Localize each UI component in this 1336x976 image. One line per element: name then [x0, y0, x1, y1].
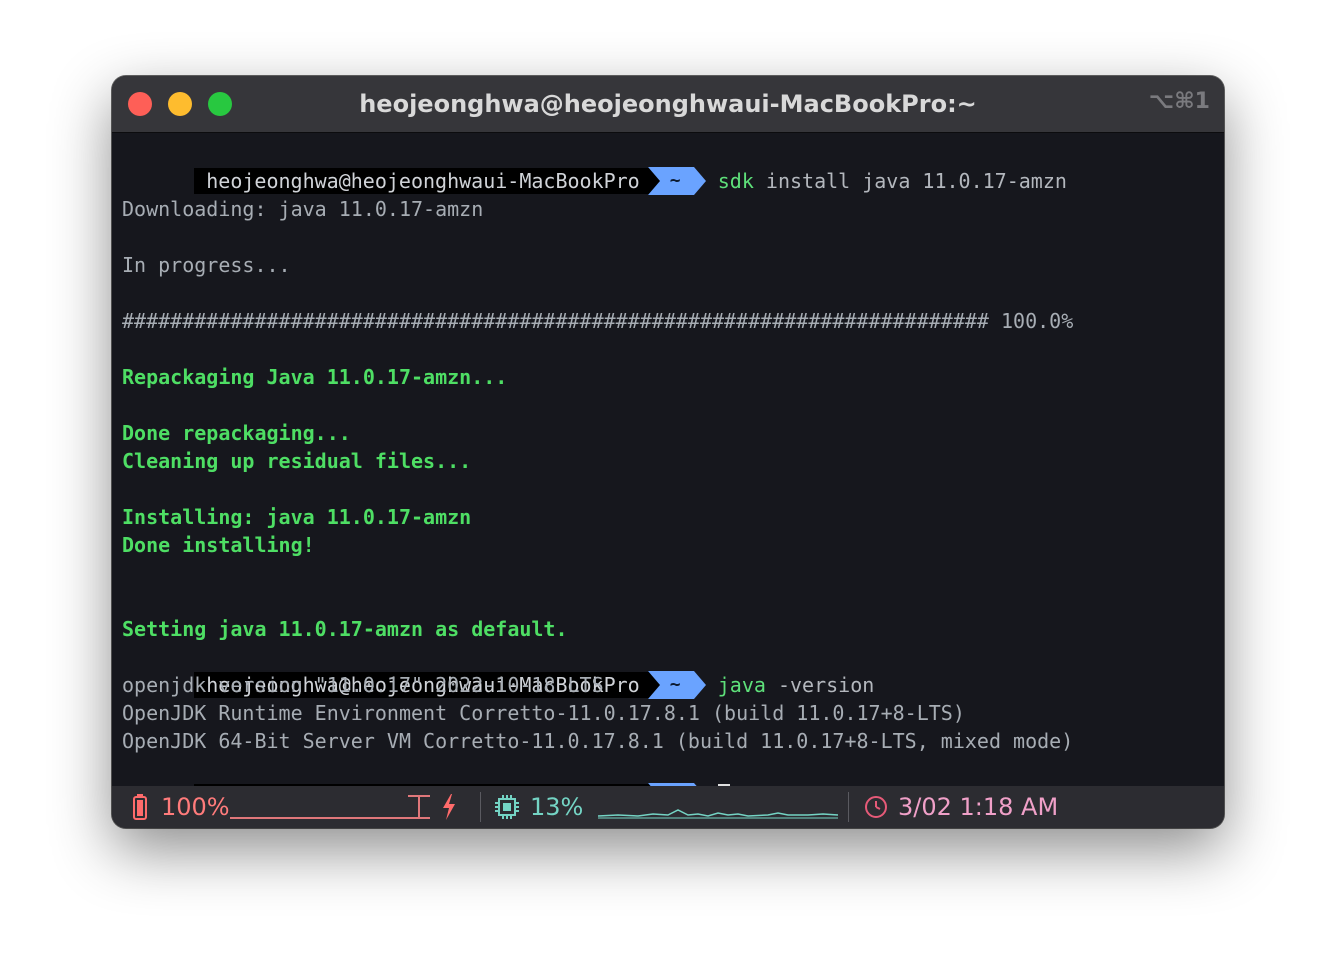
output-done-installing: Done installing! — [122, 533, 315, 557]
window-title: heojeonghwa@heojeonghwaui-MacBookPro:~ — [359, 90, 977, 118]
terminal-output[interactable]: heojeonghwa@heojeonghwaui-MacBookPro ~ sdk… — [112, 133, 1224, 811]
terminal-window: heojeonghwa@heojeonghwaui-MacBookPro:~ ⌥… — [112, 76, 1224, 828]
output-in-progress: In progress... — [122, 253, 291, 277]
prompt-dir-segment: ~ — [647, 671, 706, 699]
prompt-user-host: heojeonghwa@heojeonghwaui-MacBookPro — [194, 168, 648, 194]
prompt-dir: ~ — [669, 674, 681, 695]
cpu-sparkline — [598, 809, 838, 819]
prompt-dir-segment: ~ — [647, 167, 706, 195]
clock-icon — [864, 786, 888, 828]
output-setting-default: Setting java 11.0.17-amzn as default. — [122, 617, 568, 641]
command-args: -version — [765, 673, 875, 697]
output-runtime-env: OpenJDK Runtime Environment Corretto-11.… — [122, 701, 965, 725]
battery-icon — [132, 786, 148, 828]
prompt-line: heojeonghwa@heojeonghwaui-MacBookPro ~ sdk… — [122, 139, 1067, 195]
datetime: 3/02 1:18 AM — [898, 793, 1059, 821]
status-divider — [480, 792, 481, 822]
output-java-version: openjdk version "11.0.17" 2022-10-18 LTS — [122, 673, 604, 697]
command-args: install java 11.0.17-amzn — [753, 169, 1067, 193]
status-divider — [848, 792, 849, 822]
prompt-line: heojeonghwa@heojeonghwaui-MacBookPro ~ jav… — [122, 643, 874, 699]
cpu-chip-icon — [494, 786, 520, 828]
output-done-repackaging: Done repackaging... — [122, 421, 351, 445]
output-cleaning: Cleaning up residual files... — [122, 449, 472, 473]
output-installing: Installing: java 11.0.17-amzn — [122, 505, 472, 529]
status-bar: 100% 13% 3/02 1:18 AM — [112, 786, 1224, 828]
output-repackaging: Repackaging Java 11.0.17-amzn... — [122, 365, 508, 389]
charging-bolt-icon — [442, 786, 456, 828]
battery-sparkline — [230, 795, 430, 819]
cpu-percentage: 13% — [530, 793, 584, 821]
prompt-dir: ~ — [669, 170, 681, 191]
battery-percentage: 100% — [161, 793, 230, 821]
output-progress-bar: ########################################… — [122, 309, 1074, 333]
window-shortcut-label: ⌥⌘1 — [1148, 89, 1210, 114]
prompt-line-active: heojeonghwa@heojeonghwaui-MacBookPro~ — [122, 755, 730, 811]
title-bar[interactable]: heojeonghwa@heojeonghwaui-MacBookPro:~ ⌥… — [112, 76, 1224, 133]
command-name: java — [717, 673, 766, 697]
output-server-vm: OpenJDK 64-Bit Server VM Corretto-11.0.1… — [122, 729, 1074, 753]
command-name: sdk — [717, 169, 754, 193]
output-downloading: Downloading: java 11.0.17-amzn — [122, 197, 484, 221]
